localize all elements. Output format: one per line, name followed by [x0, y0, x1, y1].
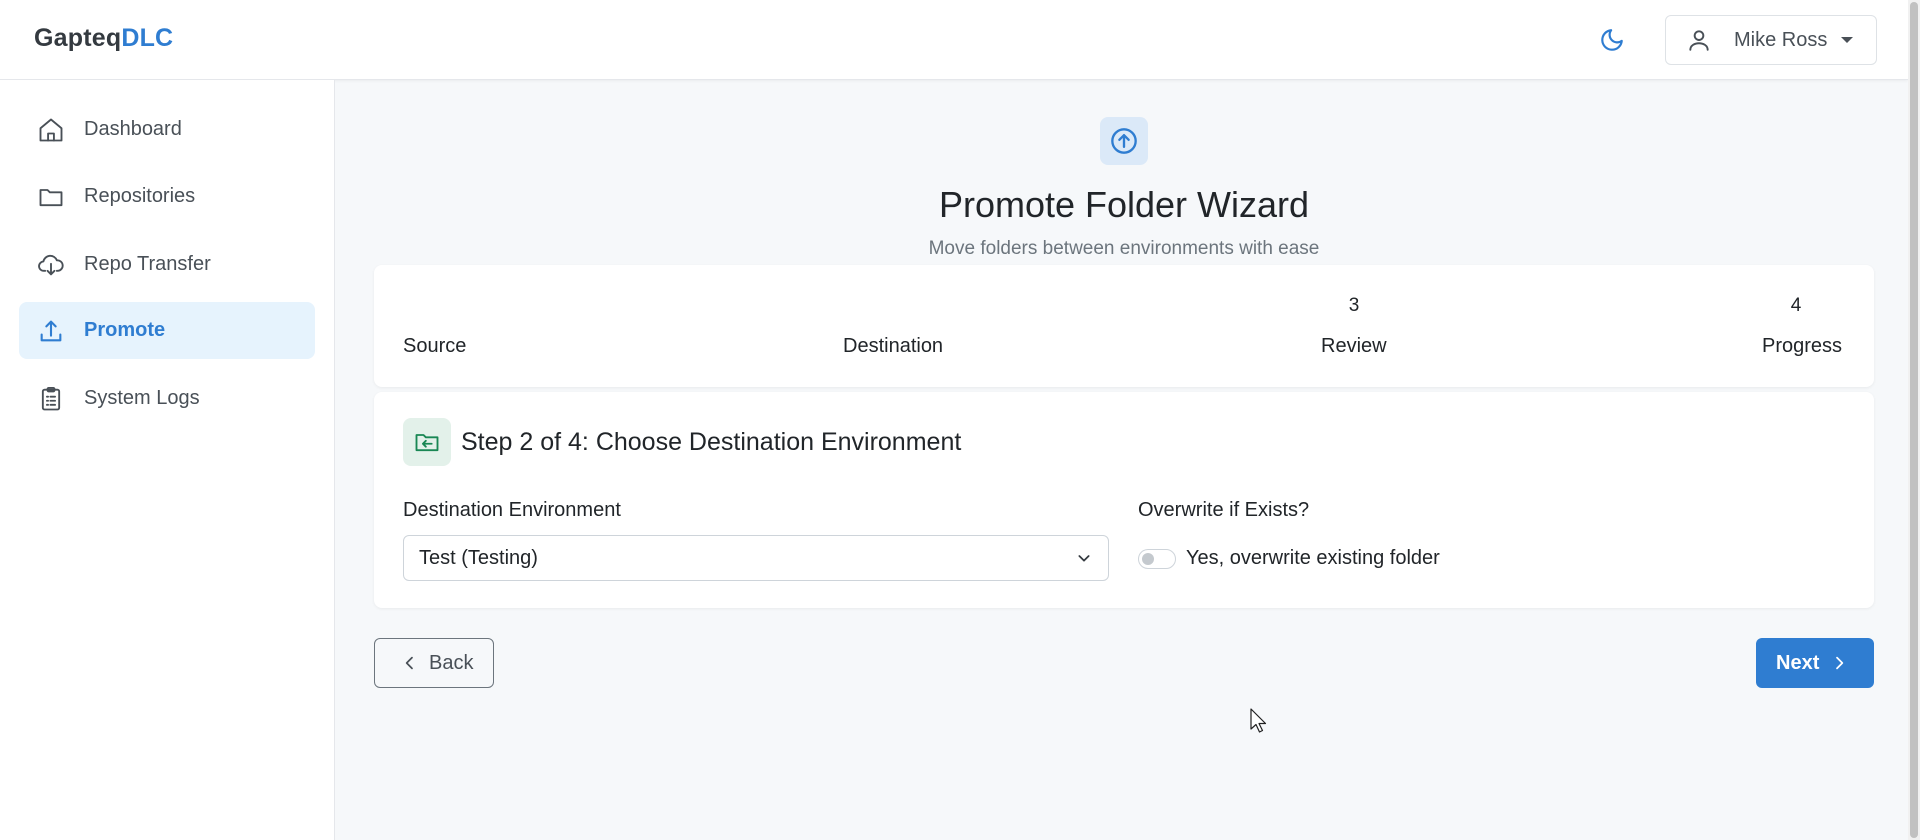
- caret-down-icon: [1841, 37, 1854, 43]
- sidebar-item-label: Repositories: [84, 185, 196, 207]
- step-number: 4: [1790, 295, 1802, 316]
- page-title: Promote Folder Wizard: [938, 184, 1310, 225]
- upload-icon: [36, 316, 66, 346]
- toggle-knob: [1142, 553, 1154, 565]
- page-subtitle: Move folders between environments with e…: [928, 238, 1320, 259]
- next-button[interactable]: Next: [1756, 638, 1874, 688]
- sidebar-item-label: System Logs: [84, 387, 200, 409]
- destination-environment-label: Destination Environment: [403, 499, 621, 521]
- brand-main-text: Gapteq: [34, 24, 122, 52]
- sidebar-item-repo-transfer[interactable]: Repo Transfer: [19, 236, 315, 293]
- step-label-review: Review: [1321, 335, 1387, 357]
- destination-environment-value: Test (Testing): [419, 546, 538, 569]
- sidebar-item-dashboard[interactable]: Dashboard: [19, 101, 315, 158]
- page-scrollbar[interactable]: [1908, 0, 1920, 840]
- folder-icon: [36, 182, 66, 212]
- mouse-cursor-icon: [1250, 708, 1267, 733]
- destination-form-card: Step 2 of 4: Choose Destination Environm…: [374, 392, 1874, 608]
- sidebar-item-label: Promote: [84, 319, 166, 341]
- sidebar-item-label: Dashboard: [84, 118, 182, 140]
- sidebar-item-promote[interactable]: Promote: [19, 302, 315, 359]
- clipboard-icon: [36, 384, 66, 414]
- step-label-source: Source: [403, 335, 467, 357]
- top-navbar: GapteqDLC Mike Ross: [0, 0, 1908, 80]
- brand-accent-text: DLC: [121, 24, 174, 52]
- step-label-destination: Destination: [843, 335, 944, 357]
- theme-toggle-button[interactable]: [1596, 24, 1628, 56]
- arrow-up-circle-icon: [1100, 117, 1148, 165]
- next-button-label: Next: [1776, 651, 1820, 674]
- scrollbar-thumb[interactable]: [1910, 2, 1918, 838]
- step-title: Step 2 of 4: Choose Destination Environm…: [461, 428, 962, 456]
- moon-icon: [1601, 29, 1623, 51]
- step-number: 3: [1348, 295, 1360, 316]
- sidebar-item-repositories[interactable]: Repositories: [19, 168, 315, 225]
- sidebar-item-label: Repo Transfer: [84, 253, 211, 275]
- cloud-download-icon: [36, 250, 66, 280]
- user-name: Mike Ross: [1734, 28, 1828, 51]
- user-icon: [1686, 27, 1712, 53]
- user-menu-dropdown[interactable]: Mike Ross: [1665, 15, 1877, 65]
- destination-environment-select[interactable]: Test (Testing): [403, 535, 1109, 581]
- overwrite-toggle[interactable]: [1138, 549, 1176, 569]
- back-button-label: Back: [429, 651, 474, 674]
- sidebar: Dashboard Repositories Repo Transfer Pro…: [0, 80, 335, 840]
- overwrite-label: Overwrite if Exists?: [1138, 499, 1310, 521]
- back-button[interactable]: Back: [374, 638, 494, 688]
- folder-arrow-icon: [403, 418, 451, 466]
- chevron-down-icon: [1078, 555, 1090, 562]
- chevron-right-icon: [1831, 655, 1847, 671]
- brand-logo[interactable]: GapteqDLC: [34, 24, 173, 53]
- wizard-steps: Source Destination 3 Review 4 Progress: [374, 265, 1874, 387]
- home-icon: [36, 115, 66, 145]
- sidebar-item-system-logs[interactable]: System Logs: [19, 370, 315, 427]
- chevron-left-icon: [402, 655, 418, 671]
- step-label-progress: Progress: [1762, 335, 1843, 357]
- overwrite-toggle-label[interactable]: Yes, overwrite existing folder: [1186, 547, 1440, 570]
